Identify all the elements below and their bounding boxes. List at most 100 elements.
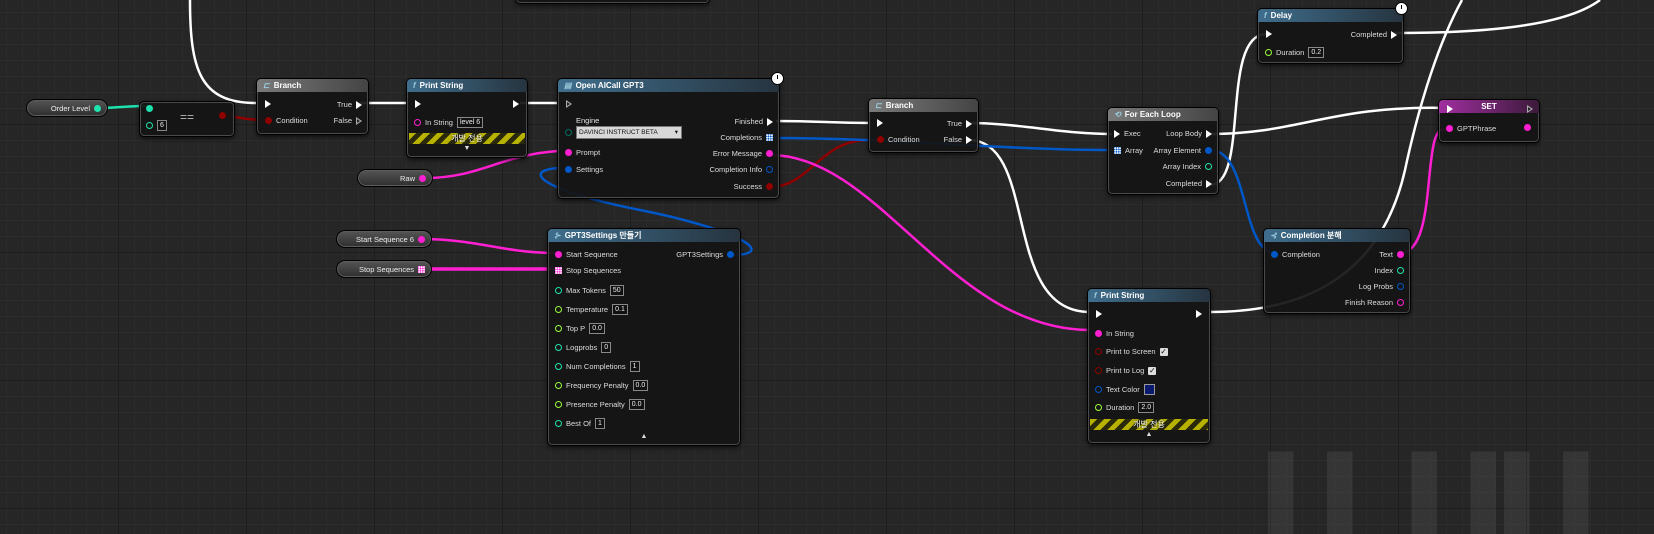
break-completion-node[interactable]: ⊰ Completion 분해 Completion Text Index Log… <box>1263 228 1411 314</box>
order-level-variable[interactable]: Order Level <box>26 99 108 117</box>
settings-row-value[interactable]: 50 <box>609 285 624 296</box>
array-pin[interactable]: Array <box>1114 146 1143 155</box>
settings-row-value[interactable]: 0.0 <box>589 323 605 334</box>
int-pin-icon[interactable] <box>146 105 153 112</box>
completion-pin[interactable]: Completion <box>1271 250 1320 259</box>
settings-row[interactable]: Logprobs 0 <box>555 342 612 353</box>
int-pin-icon[interactable] <box>555 287 562 294</box>
stop-sequences-pin[interactable]: Stop Sequences <box>555 266 621 275</box>
loop-body-pin[interactable]: Loop Body <box>1166 129 1212 138</box>
settings-row[interactable]: Max Tokens 50 <box>555 285 624 296</box>
engine-dropdown[interactable]: DAVINCI INSTRUCT BETA <box>576 126 682 139</box>
completed-pin[interactable]: Completed <box>1166 179 1212 188</box>
start-sequence-pin[interactable]: Start Sequence <box>555 250 618 259</box>
equal-node[interactable]: 6 == <box>139 101 235 137</box>
print-to-screen-checkbox[interactable]: ✓ <box>1159 347 1168 356</box>
branch-node[interactable]: ⊏ Branch Condition True False <box>868 98 979 153</box>
exec-pin-empty-icon[interactable] <box>356 117 362 125</box>
print-to-log-checkbox[interactable]: ✓ <box>1148 366 1157 375</box>
exec-pin-icon[interactable] <box>966 135 972 144</box>
string-pin-icon[interactable] <box>565 149 572 156</box>
struct-pin-icon[interactable] <box>766 166 773 173</box>
finished-pin[interactable]: Finished <box>735 117 773 126</box>
text-pin[interactable]: Text <box>1379 250 1404 259</box>
gptphrase-pin[interactable]: GPTPhrase <box>1446 124 1496 133</box>
exec-pin-icon[interactable] <box>1196 310 1202 318</box>
exec-pin-icon[interactable] <box>1206 179 1212 188</box>
array-pin-icon[interactable] <box>766 134 773 141</box>
int-pin-icon[interactable] <box>94 104 101 112</box>
duration-pin[interactable]: Duration 2.0 <box>1095 402 1155 413</box>
finish-reason-pin[interactable]: Finish Reason <box>1345 298 1404 307</box>
struct-pin-icon[interactable] <box>727 251 734 258</box>
completions-pin[interactable]: Completions <box>720 133 773 142</box>
exec-in[interactable] <box>877 119 883 127</box>
prompt-pin[interactable]: Prompt <box>565 148 600 157</box>
string-pin-icon[interactable] <box>1446 125 1453 132</box>
false-pin[interactable]: False <box>334 116 362 125</box>
float-pin-icon[interactable] <box>1095 404 1102 411</box>
float-pin-icon[interactable] <box>555 382 562 389</box>
input-b-value[interactable]: 6 <box>157 120 167 131</box>
struct-pin-icon[interactable] <box>1271 251 1278 258</box>
exec-pin-icon[interactable] <box>356 100 362 109</box>
settings-row[interactable]: Presence Penalty 0.0 <box>555 399 645 410</box>
collapse-arrow-icon[interactable]: ▲ <box>1088 431 1210 438</box>
settings-row[interactable]: Best Of 1 <box>555 418 605 429</box>
exec-in[interactable] <box>566 100 572 108</box>
false-pin[interactable]: False <box>944 135 972 144</box>
collapse-arrow-icon[interactable]: ▼ <box>407 145 527 152</box>
int-pin-icon[interactable] <box>1397 267 1404 274</box>
duration-value[interactable]: 0.2 <box>1308 47 1325 58</box>
array-pin-icon[interactable] <box>555 267 562 274</box>
log-probs-pin[interactable]: Log Probs <box>1359 282 1404 291</box>
bool-pin-icon[interactable] <box>1095 367 1102 374</box>
delay-node[interactable]: f Delay Duration 0.2 Completed <box>1257 2 1408 64</box>
gptphrase-out[interactable] <box>1524 124 1531 131</box>
completion-info-pin[interactable]: Completion Info <box>709 165 773 174</box>
exec-pin-empty-icon[interactable] <box>1527 105 1533 113</box>
openai-call-gpt3-node[interactable]: ▤ Open AICall GPT3 Engine DAVINCI INSTRUC… <box>557 72 784 199</box>
bool-pin-icon[interactable] <box>877 136 884 143</box>
string-pin-icon[interactable] <box>414 119 421 126</box>
int-pin-icon[interactable] <box>1205 163 1212 170</box>
int-pin-icon[interactable] <box>146 122 153 129</box>
string-pin-icon[interactable] <box>1095 330 1102 337</box>
float-pin-icon[interactable] <box>555 306 562 313</box>
settings-row[interactable]: Frequency Penalty 0.0 <box>555 380 649 391</box>
exec-out[interactable] <box>1196 310 1202 318</box>
exec-pin-icon[interactable] <box>966 119 972 128</box>
array-pin-icon[interactable] <box>418 265 425 273</box>
bool-pin-icon[interactable] <box>766 183 773 190</box>
exec-in[interactable] <box>1447 105 1453 113</box>
true-pin[interactable]: True <box>337 100 362 109</box>
exec-in[interactable] <box>415 100 421 108</box>
branch-node[interactable]: ⊏ Branch Condition True False <box>256 78 369 135</box>
offscreen-node[interactable] <box>515 0 710 4</box>
duration-value[interactable]: 2.0 <box>1138 402 1155 413</box>
struct-pin-icon[interactable] <box>565 166 572 173</box>
string-pin-icon[interactable] <box>766 150 773 157</box>
settings-row[interactable]: Top P 0.0 <box>555 323 605 334</box>
settings-row-value[interactable]: 1 <box>595 418 605 429</box>
int-pin-icon[interactable] <box>555 344 562 351</box>
array-index-pin[interactable]: Array Index <box>1163 162 1212 171</box>
exec-pin-icon[interactable] <box>1391 30 1397 39</box>
engine-pin[interactable]: DAVINCI INSTRUCT BETA <box>565 126 682 139</box>
exec-pin-icon[interactable] <box>1096 310 1102 318</box>
struct-pin-icon[interactable] <box>1095 386 1102 393</box>
array-element-pin[interactable]: Array Element <box>1153 146 1212 155</box>
settings-row-value[interactable]: 0.0 <box>628 399 645 410</box>
int-pin-icon[interactable] <box>555 420 562 427</box>
true-pin[interactable]: True <box>947 119 972 128</box>
settings-row-value[interactable]: 1 <box>629 361 640 372</box>
float-pin-icon[interactable] <box>555 325 562 332</box>
success-pin[interactable]: Success <box>734 182 773 191</box>
in-string-pin[interactable]: In String <box>1095 329 1134 338</box>
duration-pin[interactable]: Duration 0.2 <box>1265 47 1325 58</box>
exec-pin-icon[interactable] <box>767 117 773 126</box>
exec-in[interactable] <box>1266 30 1272 38</box>
bool-pin-icon[interactable] <box>219 112 226 119</box>
output-bool[interactable] <box>219 112 226 119</box>
exec-in[interactable]: Exec <box>1114 129 1141 138</box>
